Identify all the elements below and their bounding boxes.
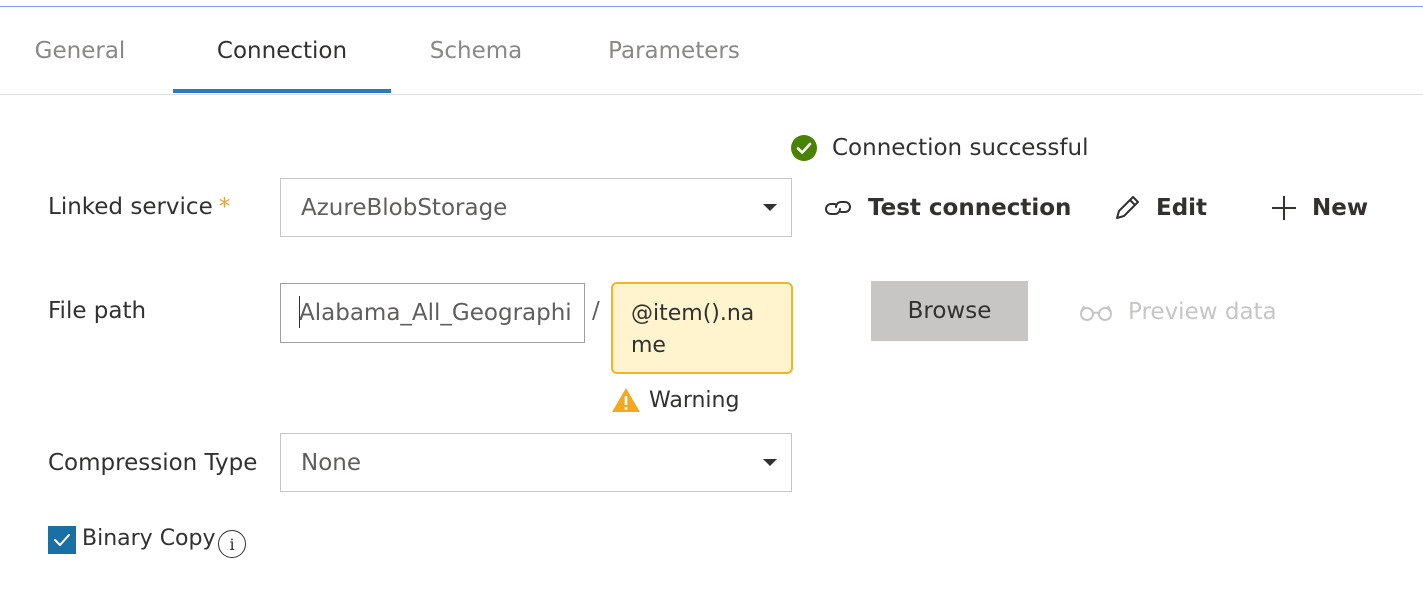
connection-status-text: Connection successful [832, 135, 1089, 161]
linked-service-select[interactable]: AzureBlobStorage [280, 178, 792, 237]
tab-bar: General Connection Schema Parameters [0, 20, 1423, 95]
file-name-expression: @item().name [631, 301, 755, 358]
binary-copy-label: Binary Copy [82, 526, 216, 551]
file-name-expression-input[interactable]: @item().name [611, 282, 793, 374]
chevron-down-icon [763, 458, 777, 466]
text-cursor [299, 296, 300, 328]
warning-message: Warning [611, 384, 739, 416]
edit-button[interactable]: Edit [1112, 190, 1207, 226]
pencil-icon [1116, 196, 1139, 219]
browse-label: Browse [907, 298, 992, 324]
check-circle-icon [791, 135, 817, 161]
container-value: Alabama_All_Geographi [299, 300, 572, 326]
path-separator: / [592, 298, 600, 324]
link-icon [825, 201, 851, 215]
tab-connection[interactable]: Connection [173, 20, 391, 93]
tab-general[interactable]: General [14, 20, 146, 92]
info-icon[interactable]: i [218, 530, 246, 558]
test-connection-label: Test connection [868, 195, 1072, 221]
linked-service-label: Linked service * [48, 194, 230, 220]
top-border [0, 6, 1423, 7]
preview-data-button[interactable]: Preview data [1078, 294, 1277, 330]
glasses-icon [1080, 305, 1112, 321]
preview-data-label: Preview data [1128, 299, 1277, 325]
tab-parameters[interactable]: Parameters [598, 20, 750, 92]
tab-schema[interactable]: Schema [414, 20, 538, 92]
binary-copy-checkbox[interactable] [48, 526, 76, 554]
linked-service-value: AzureBlobStorage [301, 194, 508, 221]
edit-label: Edit [1156, 195, 1208, 221]
new-label: New [1312, 195, 1369, 221]
compression-type-label: Compression Type [48, 450, 258, 476]
browse-button[interactable]: Browse [871, 281, 1028, 341]
new-button[interactable]: New [1270, 190, 1368, 226]
compression-type-select[interactable]: None [280, 433, 792, 492]
test-connection-button[interactable]: Test connection [822, 190, 1071, 226]
chevron-down-icon [763, 203, 777, 211]
checkmark-icon [54, 534, 70, 546]
container-input[interactable]: Alabama_All_Geographi [280, 283, 585, 343]
file-path-label: File path [48, 298, 147, 324]
compression-type-value: None [301, 449, 362, 476]
plus-icon [1272, 196, 1296, 220]
connection-status: Connection successful [790, 130, 1088, 166]
warning-text: Warning [649, 387, 740, 413]
linked-service-label-text: Linked service [48, 194, 213, 220]
required-marker: * [218, 194, 231, 220]
warning-icon [612, 388, 640, 412]
